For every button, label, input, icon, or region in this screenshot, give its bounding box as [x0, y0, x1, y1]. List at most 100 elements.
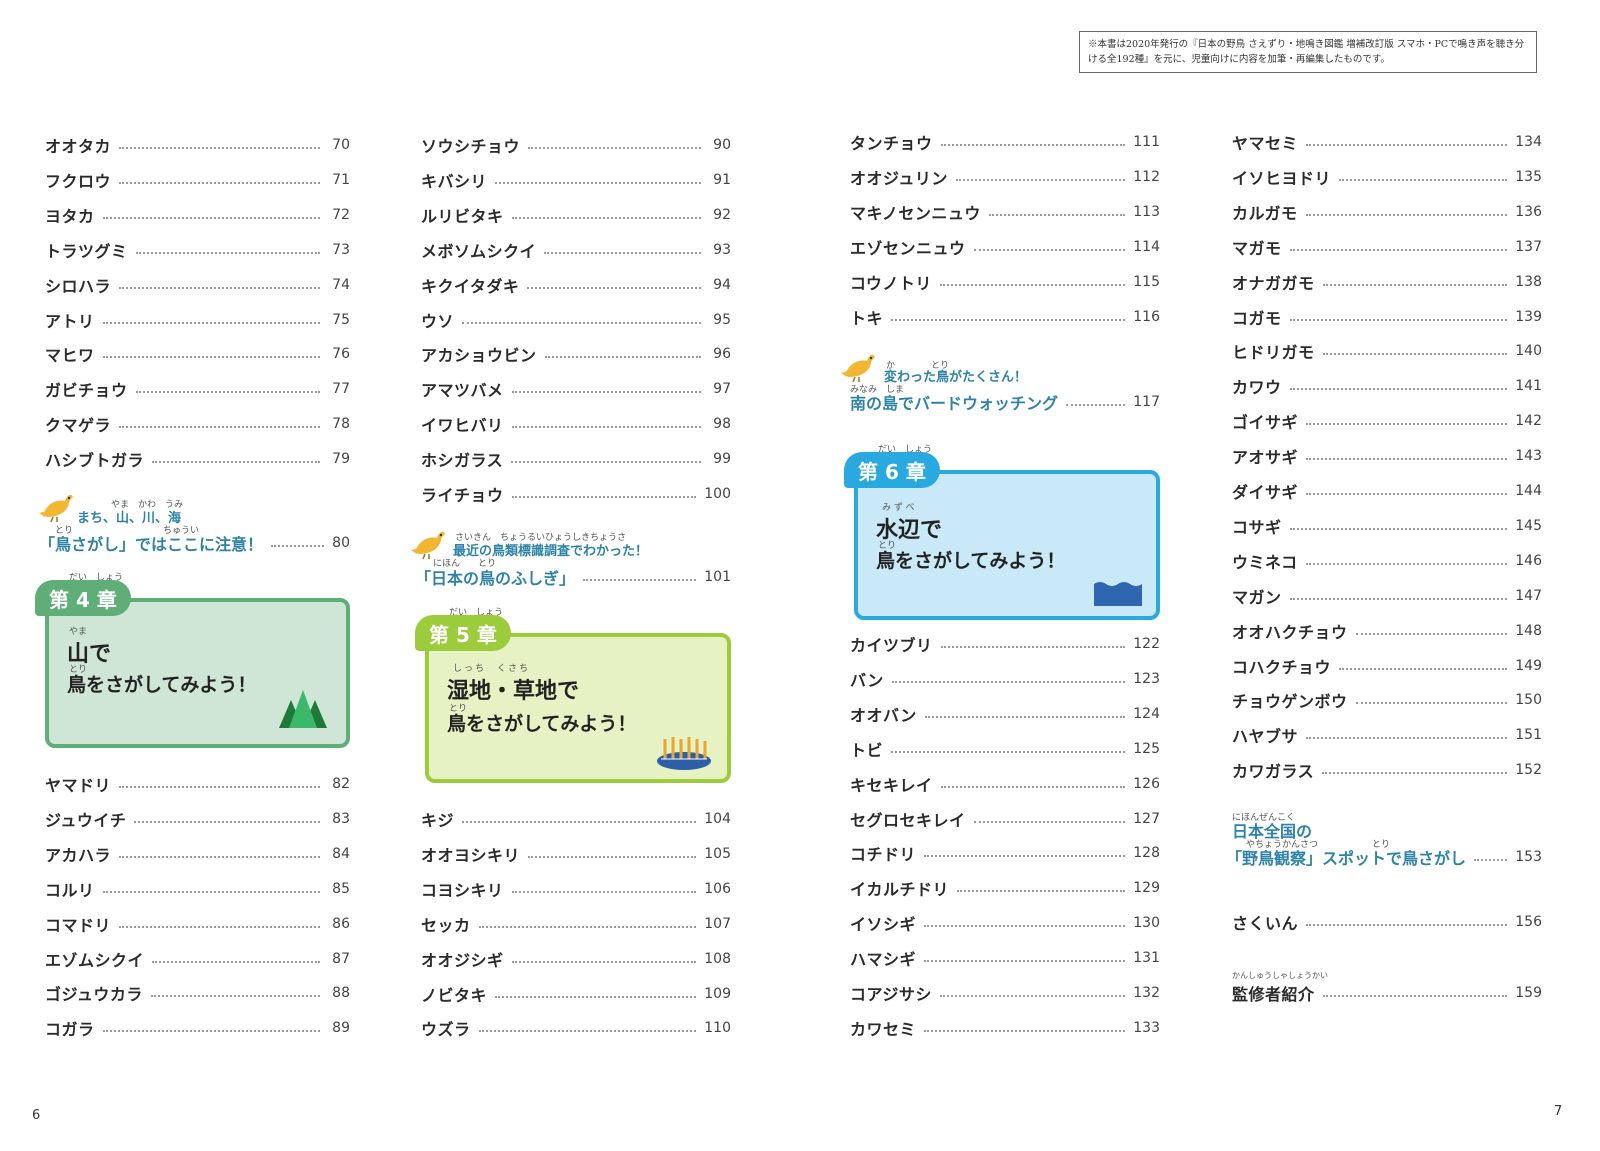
toc-entry[interactable]: オオハクチョウ 148: [1232, 619, 1542, 643]
leader-dots: [119, 786, 320, 788]
toc-entry[interactable]: ハヤブサ 151: [1232, 723, 1542, 747]
toc-entry[interactable]: オオヨシキリ 105: [421, 842, 731, 866]
entry-name: バン: [850, 670, 884, 690]
toc-entry[interactable]: ホシガラス 99: [421, 447, 731, 471]
toc-entry[interactable]: ノビタキ 109: [421, 982, 731, 1006]
topic-link-3[interactable]: か とり 変わった鳥がたくさん！ みなみ しま 南の島でバードウォッチング 11…: [850, 352, 1160, 413]
toc-entry[interactable]: セグロセキレイ 127: [850, 807, 1160, 831]
toc-entry[interactable]: イソシギ 130: [850, 911, 1160, 935]
toc-entry[interactable]: コハクチョウ 149: [1232, 654, 1542, 678]
toc-entry[interactable]: アカショウビン 96: [421, 342, 731, 366]
toc-entry[interactable]: オオジシギ 108: [421, 947, 731, 971]
toc-entry[interactable]: オオタカ 70: [45, 133, 350, 157]
toc-entry[interactable]: ジュウイチ 83: [45, 807, 350, 831]
toc-entry[interactable]: イカルチドリ 129: [850, 876, 1160, 900]
toc-entry[interactable]: アカハラ 84: [45, 842, 350, 866]
toc-entry[interactable]: コアジサシ 132: [850, 981, 1160, 1005]
toc-entry[interactable]: マガモ 137: [1232, 235, 1542, 259]
toc-entry[interactable]: ガビチョウ 77: [45, 377, 350, 401]
topic-link-2[interactable]: さいきん ちょうるいひょうしきちょうさ 最近の鳥類標識調査でわかった！ にほん …: [415, 528, 731, 588]
toc-entry[interactable]: カワウ 141: [1232, 374, 1542, 398]
page-number: 136: [1515, 203, 1542, 220]
toc-entry[interactable]: ヤマセミ 134: [1232, 130, 1542, 154]
toc-entry[interactable]: カワガラス 152: [1232, 758, 1542, 782]
toc-entry[interactable]: ヤマドリ 82: [45, 772, 350, 796]
toc-entry[interactable]: アオサギ 143: [1232, 444, 1542, 468]
toc-entry[interactable]: トキ 116: [850, 305, 1160, 329]
toc-entry[interactable]: トビ 125: [850, 737, 1160, 761]
topic-line-2: 「鳥さがし」ではここに注意！ 80: [39, 531, 350, 555]
toc-entry[interactable]: クマゲラ 78: [45, 412, 350, 436]
chapter-5-box[interactable]: だい しょう 第 5 章 しっち くさち 湿地・草地で とり 鳥をさがしてみよう…: [415, 608, 731, 783]
toc-entry[interactable]: ヨタカ 72: [45, 203, 350, 227]
entry-name: エゾセンニュウ: [850, 238, 966, 258]
toc-entry[interactable]: ゴイサギ 142: [1232, 409, 1542, 433]
entry-name: トビ: [850, 740, 884, 760]
toc-entry[interactable]: キクイタダキ 94: [421, 273, 731, 297]
toc-entry[interactable]: ハシブトガラ 79: [45, 447, 350, 471]
toc-entry[interactable]: タンチョウ 111: [850, 130, 1160, 154]
toc-entry[interactable]: セッカ 107: [421, 912, 731, 936]
index-entry[interactable]: さくいん 156: [1232, 910, 1542, 934]
supervisor-entry[interactable]: 監修者紹介 159: [1232, 981, 1542, 1005]
page-number: 70: [332, 137, 350, 153]
toc-entry[interactable]: カイツブリ 122: [850, 632, 1160, 656]
toc-entry[interactable]: バン 123: [850, 667, 1160, 691]
toc-entry[interactable]: トラツグミ 73: [45, 238, 350, 262]
toc-entry[interactable]: イソヒヨドリ 135: [1232, 165, 1542, 189]
toc-entry[interactable]: キセキレイ 126: [850, 772, 1160, 796]
toc-entry[interactable]: マキノセンニュウ 113: [850, 200, 1160, 224]
toc-entry[interactable]: メボソムシクイ 93: [421, 238, 731, 262]
toc-entry[interactable]: アトリ 75: [45, 308, 350, 332]
entry-name: カワガラス: [1232, 762, 1315, 782]
toc-entry[interactable]: ヒドリガモ 140: [1232, 339, 1542, 363]
page-number: 114: [1133, 238, 1160, 255]
topic-link-1[interactable]: やま かわ うみ まち、山、川、海 とり ちゅうい 「鳥さがし」ではここに注意！…: [39, 493, 350, 554]
toc-entry[interactable]: エゾムシクイ 87: [45, 947, 350, 971]
toc-entry[interactable]: ゴジュウカラ 88: [45, 981, 350, 1005]
page-number: 107: [704, 915, 731, 932]
page-number: 95: [713, 311, 731, 328]
leader-dots: [495, 181, 701, 184]
toc-entry[interactable]: コガラ 89: [45, 1016, 350, 1040]
toc-entry[interactable]: キバシリ 91: [421, 168, 731, 192]
toc-entry[interactable]: マヒワ 76: [45, 342, 350, 366]
page-number: 151: [1515, 727, 1542, 744]
toc-entry[interactable]: イワヒバリ 98: [421, 412, 731, 436]
chapter-4-box[interactable]: だい しょう 第 4 章 やま 山で とり 鳥をさがしてみよう！: [35, 573, 350, 748]
page-number: 93: [713, 241, 731, 258]
toc-entry[interactable]: コヨシキリ 106: [421, 877, 731, 901]
toc-entry[interactable]: オオバン 124: [850, 702, 1160, 726]
toc-entry[interactable]: コウノトリ 115: [850, 270, 1160, 294]
toc-entry[interactable]: シロハラ 74: [45, 273, 350, 297]
topic-link-4[interactable]: にほんぜんこく 日本全国の やちょうかんさつ とり 「野鳥観察」スポットで鳥さが…: [1226, 810, 1542, 870]
toc-entry[interactable]: コサギ 145: [1232, 514, 1542, 538]
toc-entry[interactable]: エゾセンニュウ 114: [850, 235, 1160, 259]
toc-entry[interactable]: コガモ 139: [1232, 305, 1542, 329]
toc-entry[interactable]: カルガモ 136: [1232, 200, 1542, 224]
entry-name: ヨタカ: [45, 206, 95, 226]
toc-entry[interactable]: ルリビタキ 92: [421, 203, 731, 227]
toc-entry[interactable]: ウソ 95: [421, 308, 731, 332]
toc-column-2: ソウシチョウ 90 キバシリ 91 ルリビタキ 92 メボソムシクイ 93 キクイタダキ 94 ウソ…: [411, 133, 731, 1053]
toc-entry[interactable]: チョウゲンボウ 150: [1232, 688, 1542, 712]
entry-name: オオハクチョウ: [1232, 622, 1348, 642]
toc-entry[interactable]: ウズラ 110: [421, 1016, 731, 1040]
toc-entry[interactable]: アマツバメ 97: [421, 377, 731, 401]
chapter-6-box[interactable]: だい しょう 第 6 章 みずべ 水辺で とり 鳥をさがしてみよう！: [844, 445, 1160, 620]
toc-entry[interactable]: コチドリ 128: [850, 841, 1160, 865]
toc-entry[interactable]: ライチョウ 100: [421, 482, 731, 506]
toc-entry[interactable]: オオジュリン 112: [850, 165, 1160, 189]
toc-entry[interactable]: ハマシギ 131: [850, 946, 1160, 970]
toc-entry[interactable]: ダイサギ 144: [1232, 479, 1542, 503]
toc-entry[interactable]: コルリ 85: [45, 877, 350, 901]
toc-entry[interactable]: ソウシチョウ 90: [421, 133, 731, 157]
page-number: 71: [332, 171, 350, 188]
toc-entry[interactable]: カワセミ 133: [850, 1016, 1160, 1040]
toc-entry[interactable]: ウミネコ 146: [1232, 549, 1542, 573]
toc-entry[interactable]: マガン 147: [1232, 584, 1542, 608]
toc-entry[interactable]: フクロウ 71: [45, 168, 350, 192]
toc-entry[interactable]: コマドリ 86: [45, 912, 350, 936]
toc-entry[interactable]: オナガガモ 138: [1232, 270, 1542, 294]
toc-entry[interactable]: キジ 104: [421, 807, 731, 831]
